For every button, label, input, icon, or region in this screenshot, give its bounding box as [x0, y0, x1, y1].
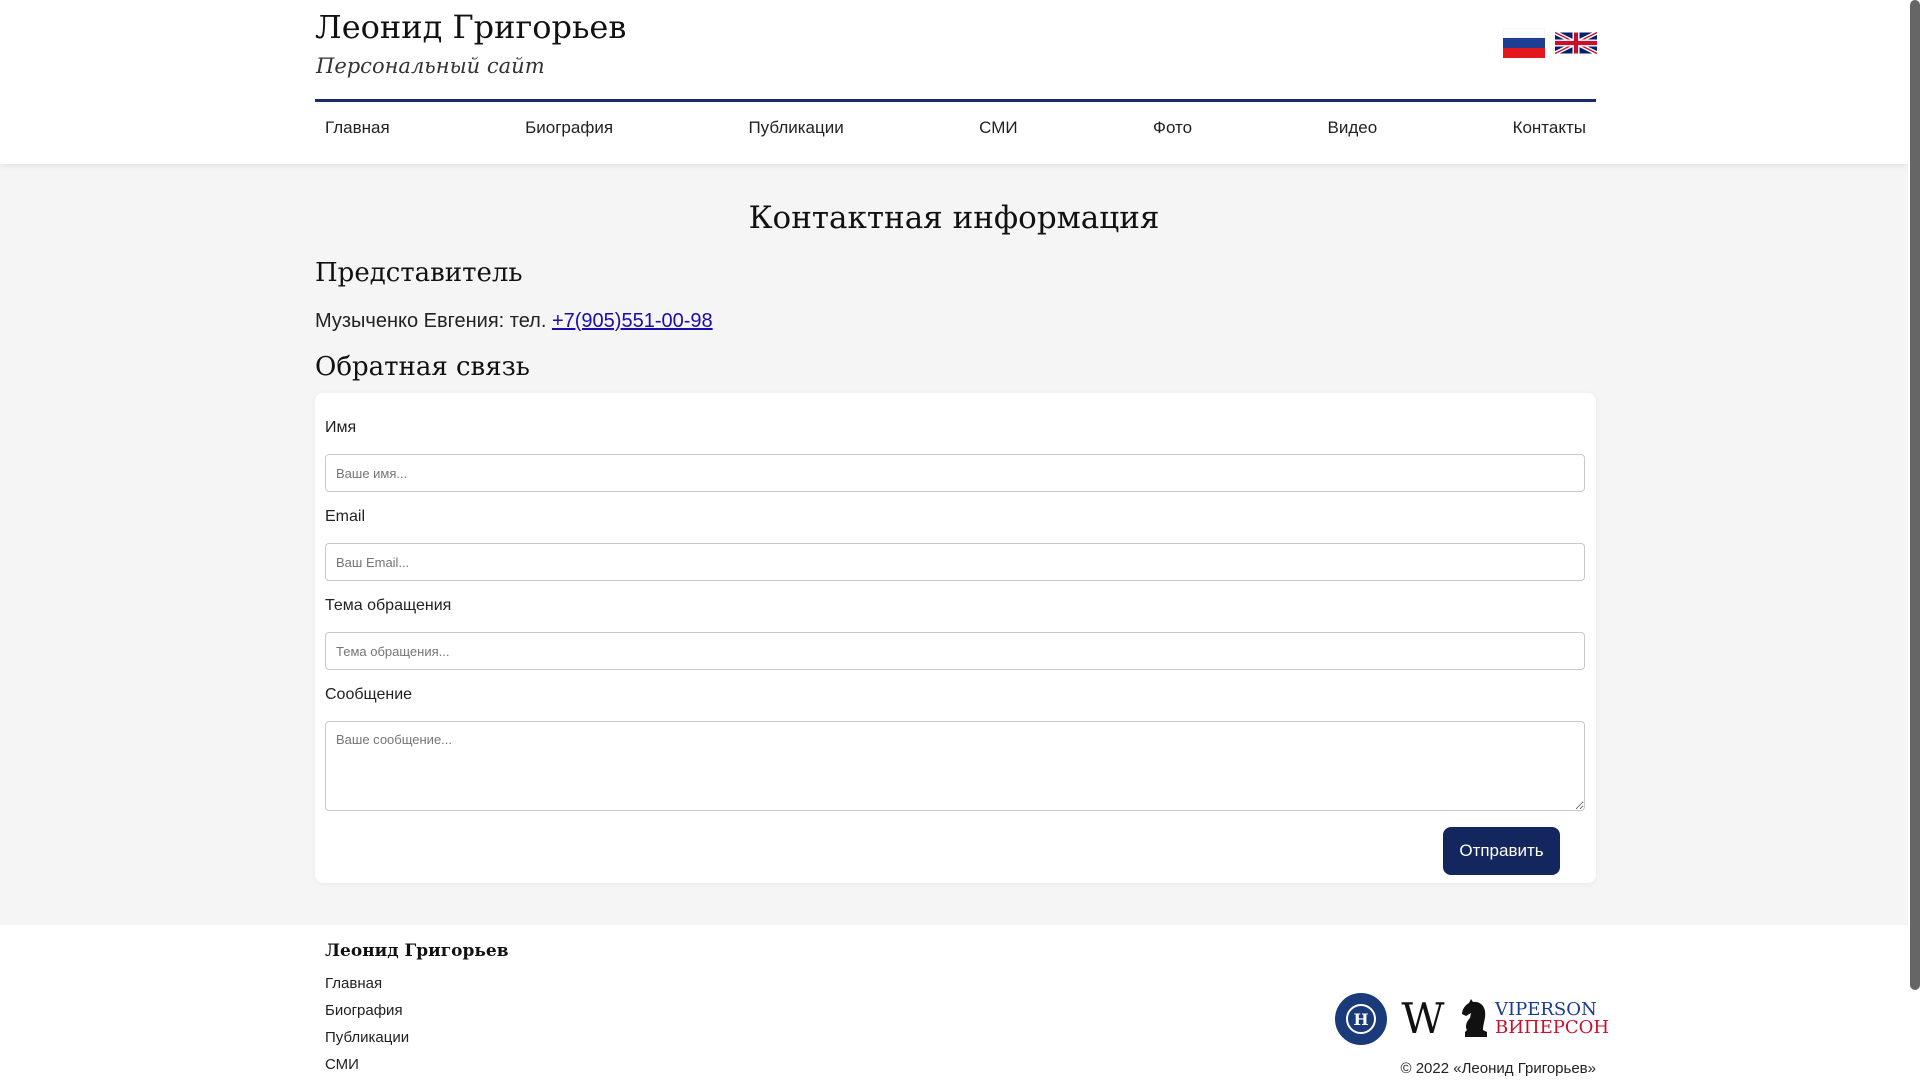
- footer-nav: Главная Биография Публикации СМИ: [325, 970, 409, 1078]
- nav-item-biography[interactable]: Биография: [525, 118, 613, 138]
- nav-item-contacts[interactable]: Контакты: [1513, 118, 1586, 138]
- representative-text: Музыченко Евгения: тел.: [315, 310, 552, 332]
- nav-divider: [315, 99, 1596, 102]
- message-textarea[interactable]: [325, 721, 1585, 811]
- site-subtitle: Персональный сайт: [316, 54, 545, 78]
- uk-flag-icon[interactable]: [1555, 28, 1597, 58]
- email-label: Email: [325, 508, 366, 525]
- message-label: Сообщение: [325, 686, 413, 703]
- feedback-heading: Обратная связь: [315, 352, 530, 382]
- footer-link-media[interactable]: СМИ: [325, 1051, 409, 1078]
- site-header: Леонид Григорьев Персональный сайт Главн…: [0, 0, 1908, 164]
- footer-name: Леонид Григорьев: [325, 941, 509, 961]
- wikipedia-logo-icon[interactable]: W: [1397, 993, 1449, 1045]
- representative-heading: Представитель: [315, 258, 523, 288]
- footer-link-home[interactable]: Главная: [325, 970, 409, 997]
- footer-link-biography[interactable]: Биография: [325, 997, 409, 1024]
- nav-item-publications[interactable]: Публикации: [748, 118, 843, 138]
- name-label: Имя: [325, 419, 357, 436]
- feedback-form: Имя Email Тема обращения Сообщение Отпра…: [315, 393, 1596, 883]
- scrollbar-track[interactable]: [1908, 0, 1920, 1080]
- nav-item-photo[interactable]: Фото: [1153, 118, 1192, 138]
- site-footer: Леонид Григорьев Главная Биография Публи…: [0, 925, 1908, 1080]
- main-nav: Главная Биография Публикации СМИ Фото Ви…: [315, 118, 1596, 138]
- footer-logos: H W VIPERSON ВИПЕРСОН: [1335, 993, 1609, 1045]
- nav-item-media[interactable]: СМИ: [979, 118, 1017, 138]
- submit-button[interactable]: Отправить: [1443, 827, 1560, 875]
- footer-link-publications[interactable]: Публикации: [325, 1024, 409, 1051]
- subject-label: Тема обращения: [325, 597, 452, 614]
- phone-link[interactable]: +7(905)551-00-98: [552, 310, 713, 332]
- name-input[interactable]: [325, 454, 1585, 492]
- viperson-logo-icon[interactable]: VIPERSON ВИПЕРСОН: [1459, 999, 1609, 1039]
- scrollbar-thumb[interactable]: [1910, 0, 1920, 990]
- chess-knight-icon: [1462, 999, 1487, 1037]
- representative-info: Музыченко Евгения: тел. +7(905)551-00-98: [315, 310, 713, 333]
- page-title: Контактная информация: [748, 200, 1160, 236]
- hse-logo-icon[interactable]: H: [1335, 993, 1387, 1045]
- russian-flag-icon[interactable]: [1503, 28, 1545, 58]
- nav-item-video[interactable]: Видео: [1327, 118, 1377, 138]
- viperson-ru-text: ВИПЕРСОН: [1495, 1017, 1610, 1038]
- subject-input[interactable]: [325, 632, 1585, 670]
- copyright: © 2022 «Леонид Григорьев»: [1400, 1060, 1596, 1077]
- nav-item-home[interactable]: Главная: [325, 118, 390, 138]
- email-input[interactable]: [325, 543, 1585, 581]
- language-switcher: [1503, 28, 1597, 58]
- site-title[interactable]: Леонид Григорьев: [315, 8, 626, 46]
